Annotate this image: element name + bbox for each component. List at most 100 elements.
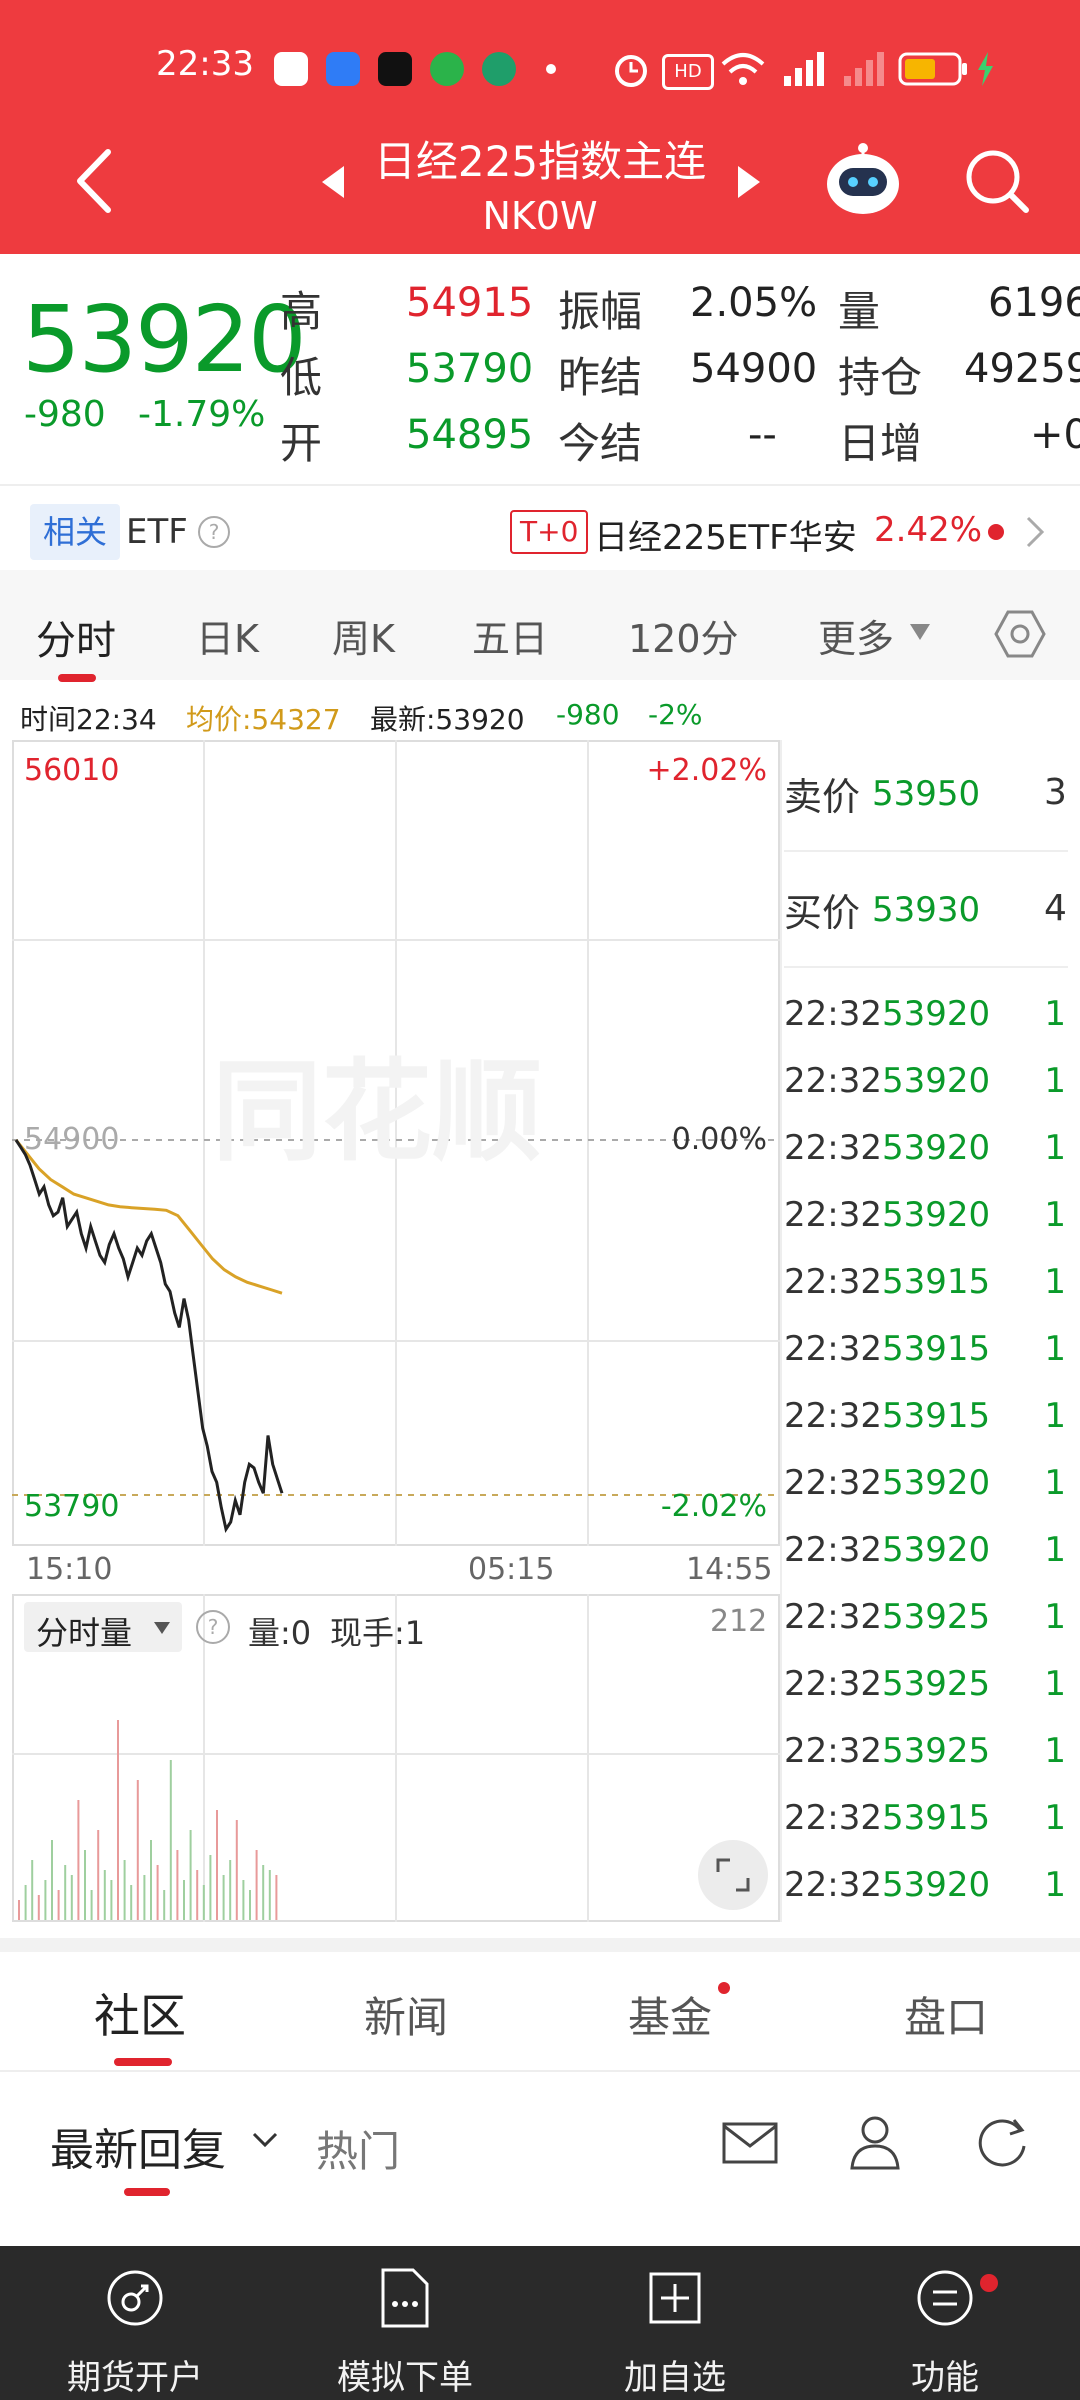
volume-bar <box>51 1840 53 1920</box>
buy-qty: 4 <box>1044 888 1067 929</box>
volume-bar <box>229 1860 232 1920</box>
dropdown-triangle-icon[interactable] <box>908 622 932 642</box>
volume-bar <box>84 1850 86 1920</box>
volume-bar <box>24 1885 27 1920</box>
tab-more[interactable]: 更多 <box>818 608 894 663</box>
tick-row: 22:32 53915 1 <box>784 1798 1066 1864</box>
tick-row: 22:32 53920 1 <box>784 1463 1066 1529</box>
volume-bar <box>255 1850 258 1920</box>
tab-120min[interactable]: 120分 <box>628 608 739 663</box>
y-mid-label: 54900 <box>24 1122 119 1157</box>
volume-selector[interactable]: 分时量 <box>24 1602 182 1652</box>
tab-latest-reply[interactable]: 最新回复 <box>50 2114 226 2178</box>
volume-bar <box>262 1865 265 1920</box>
volume-bar <box>64 1865 67 1920</box>
tab-fund[interactable]: 基金 <box>628 1984 712 2045</box>
volume-bar <box>18 1900 20 1920</box>
tick-volume: 1 <box>1044 1061 1066 1101</box>
info-latest: 最新:53920 <box>370 703 525 736</box>
tick-row: 22:32 53920 1 <box>784 1128 1066 1194</box>
tick-row: 22:32 53925 1 <box>784 1597 1066 1663</box>
volume-bar <box>268 1870 271 1920</box>
volume-value: 6196 <box>988 280 1080 326</box>
tick-time: 22:32 <box>784 1195 882 1235</box>
next-contract-icon[interactable] <box>734 164 764 200</box>
fullscreen-button[interactable] <box>698 1840 768 1910</box>
search-icon[interactable] <box>962 146 1032 216</box>
nav-add-watchlist[interactable]: 加自选 <box>540 2246 810 2400</box>
divider <box>784 966 1068 968</box>
tick-time: 22:32 <box>784 1061 882 1101</box>
y-low-label: 53790 <box>24 1489 119 1524</box>
tab-daily-k[interactable]: 日K <box>196 608 259 663</box>
nav-sim-order[interactable]: 模拟下单 <box>270 2246 540 2400</box>
user-icon[interactable] <box>850 2114 900 2170</box>
etf-dot-icon <box>988 524 1004 540</box>
volume-bar <box>37 1895 40 1920</box>
info-avg: 均价:54327 <box>186 703 341 736</box>
volume-bar <box>163 1890 166 1920</box>
tick-volume: 1 <box>1044 1128 1066 1168</box>
tick-price: 53915 <box>882 1396 991 1436</box>
tick-time: 22:32 <box>784 1463 882 1503</box>
prev-settle-value: 54900 <box>690 346 818 392</box>
tick-volume: 1 <box>1044 994 1066 1034</box>
nav-functions[interactable]: 功能 <box>810 2246 1080 2400</box>
tab-five-day[interactable]: 五日 <box>472 608 548 663</box>
low-label: 低 <box>280 353 323 402</box>
bottom-nav: 期货开户 模拟下单 加自选 功能 <box>0 2246 1080 2400</box>
last-price: 53920 <box>22 286 307 393</box>
status-time: 22:33 <box>156 44 254 84</box>
tick-price: 53920 <box>882 1865 991 1905</box>
chevron-right-icon[interactable] <box>1024 514 1046 550</box>
volume-bar <box>196 1870 199 1920</box>
tick-price: 53920 <box>882 1195 991 1235</box>
tick-time: 22:32 <box>784 1396 882 1436</box>
open-interest-value: 49259 <box>964 346 1080 392</box>
refresh-icon[interactable] <box>974 2114 1030 2170</box>
intraday-chart[interactable]: 同花顺 56010 54900 53790 +2.02% 0.00% -2.02… <box>12 740 780 1546</box>
tick-time: 22:32 <box>784 1798 882 1838</box>
price-change-pct: -1.79% <box>138 394 266 435</box>
volume-bar <box>222 1875 225 1920</box>
info-change: -980 <box>556 698 620 731</box>
volume-bar <box>110 1880 113 1920</box>
volume-bar <box>169 1760 172 1920</box>
tab-weekly-k[interactable]: 周K <box>332 608 395 663</box>
today-settle-label: 今结 <box>558 419 643 468</box>
tab-hot[interactable]: 热门 <box>316 2118 400 2179</box>
price-change: -980 <box>24 394 106 435</box>
tick-price: 53920 <box>882 1061 991 1101</box>
tick-price: 53915 <box>882 1329 991 1369</box>
notification-dot-icon <box>718 1982 730 1994</box>
tick-volume: 1 <box>1044 1664 1066 1704</box>
active-tab-indicator <box>58 674 96 682</box>
tick-row: 22:32 53915 1 <box>784 1396 1066 1462</box>
robot-assistant-icon[interactable] <box>822 140 904 218</box>
app-header: 22:33 HD 日经225指数主连 NK0W <box>0 0 1080 254</box>
volume-selector-label: 分时量 <box>36 1614 133 1652</box>
settings-hexagon-icon[interactable] <box>994 608 1046 660</box>
tab-intraday[interactable]: 分时 <box>36 608 116 666</box>
volume-bar <box>189 1830 192 1920</box>
alarm-icon <box>615 55 647 87</box>
tick-price: 53915 <box>882 1798 991 1838</box>
help-icon[interactable]: ? <box>198 516 230 548</box>
etf-label: ETF <box>126 512 188 552</box>
nav-futures-account[interactable]: 期货开户 <box>0 2246 270 2400</box>
pct-low-label: -2.02% <box>661 1489 767 1524</box>
chevron-down-icon[interactable] <box>250 2130 280 2150</box>
volume-bar <box>176 1850 179 1920</box>
amplitude-label: 振幅 <box>558 287 643 336</box>
contract-title: 日经225指数主连 <box>373 137 707 186</box>
etf-name[interactable]: 日经225ETF华安 <box>594 510 857 559</box>
tab-news[interactable]: 新闻 <box>364 1984 448 2045</box>
help-icon[interactable]: ? <box>196 1610 230 1644</box>
chat-icon <box>430 52 464 86</box>
divider <box>780 740 782 1922</box>
tab-order-book[interactable]: 盘口 <box>904 1984 988 2045</box>
hd-icon: HD <box>662 54 714 90</box>
tab-community[interactable]: 社区 <box>94 1980 186 2046</box>
mail-icon[interactable] <box>722 2120 778 2166</box>
nav-label: 加自选 <box>624 2358 726 2398</box>
